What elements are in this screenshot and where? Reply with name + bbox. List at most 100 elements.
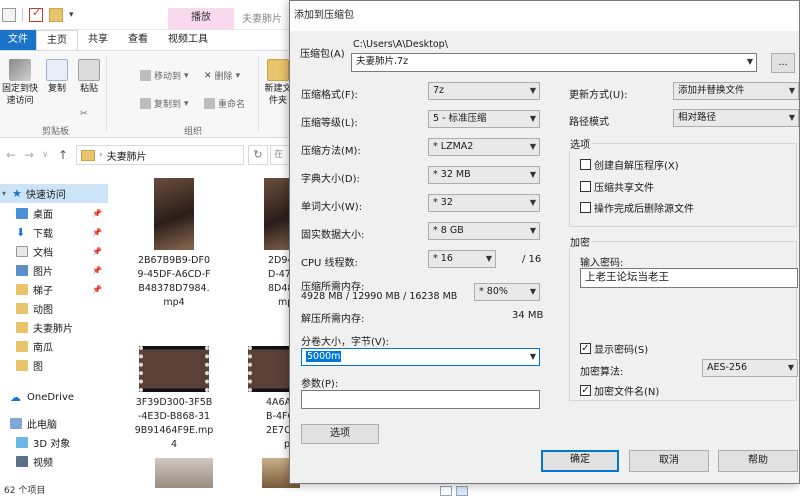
sidebar-item-ladder[interactable]: 梯子 📌	[0, 280, 108, 299]
sidebar-item-images[interactable]: 图	[0, 356, 108, 375]
sidebar-item-label: 图片	[33, 267, 53, 278]
delete-button[interactable]: ✕ 删除 ▾	[204, 69, 240, 83]
solid-block-select[interactable]: * 8 GB ▼	[428, 222, 540, 240]
checkbox-box	[580, 181, 591, 192]
path-mode-label: 路径模式	[569, 117, 609, 128]
parameters-input[interactable]	[301, 390, 540, 409]
recent-locations-icon[interactable]: ∨	[42, 150, 49, 160]
encryption-method-select[interactable]: AES-256 ▼	[702, 359, 798, 377]
sidebar-item-label: 夫妻肺片	[33, 324, 73, 335]
file-item[interactable]: 3F39D300-3F5B -4E3D-B868-31 9B91464F9E.m…	[126, 346, 222, 452]
word-size-value: * 32	[433, 197, 453, 208]
context-tab-play[interactable]: 播放	[168, 8, 234, 30]
new-folder-icon[interactable]	[49, 8, 63, 22]
ok-button[interactable]: 确定	[541, 450, 619, 472]
sidebar-item-label: 下载	[33, 229, 53, 240]
file-item[interactable]: 2B67B9B9-DF0 9-45DF-A6CD-F B48378D7984. …	[126, 178, 222, 310]
file-name-line: 2B67B9B9-DF0	[137, 255, 211, 266]
method-select[interactable]: * LZMA2 ▼	[428, 138, 540, 156]
delete-after-checkbox[interactable]: 操作完成后删除源文件	[580, 200, 694, 215]
tab-share[interactable]: 共享	[78, 30, 118, 50]
password-input[interactable]: 上老王论坛当老王	[580, 268, 798, 288]
archive-name-combo[interactable]: 夫妻肺片.7z ▼	[351, 53, 757, 72]
tab-view[interactable]: 查看	[118, 30, 158, 50]
level-select[interactable]: 5 - 标准压缩 ▼	[428, 110, 540, 128]
password-label: 输入密码:	[580, 258, 624, 269]
archive-name-value: 夫妻肺片.7z	[356, 56, 409, 67]
copy-to-button[interactable]: 复制到 ▾	[140, 97, 189, 110]
path-mode-value: 相对路径	[678, 112, 717, 123]
properties-icon[interactable]	[29, 6, 43, 22]
sidebar-item-fuqifeipian[interactable]: 夫妻肺片	[0, 318, 108, 337]
move-to-label: 移动到	[154, 72, 182, 82]
copy-icon	[46, 59, 68, 81]
forward-arrow-icon[interactable]: →	[24, 148, 34, 162]
browse-button[interactable]: ...	[771, 53, 795, 73]
sidebar-item-pumpkin[interactable]: 南瓜	[0, 337, 108, 356]
sidebar-item-quick-access[interactable]: ▾ ★ 快速访问	[0, 184, 108, 203]
sidebar-item-documents[interactable]: 文档 📌	[0, 242, 108, 261]
dictionary-select[interactable]: * 32 MB ▼	[428, 166, 540, 184]
refresh-icon[interactable]: ↻	[248, 145, 268, 165]
update-mode-select[interactable]: 添加并替换文件 ▼	[673, 82, 799, 100]
folder-icon	[267, 59, 289, 81]
memory-usage-select[interactable]: * 80% ▼	[474, 283, 540, 301]
show-password-checkbox[interactable]: ✓ 显示密码(S)	[580, 341, 648, 356]
sidebar-item-label: 文档	[33, 248, 53, 259]
tab-file[interactable]: 文件	[0, 30, 36, 50]
split-volume-combo[interactable]: 5000m ▼	[301, 348, 540, 366]
customize-toolbar-icon[interactable]: ▾	[69, 10, 74, 20]
encrypt-filenames-checkbox[interactable]: ✓ 加密文件名(N)	[580, 383, 659, 398]
document-icon	[16, 246, 28, 257]
sidebar-item-label: 桌面	[33, 210, 53, 221]
pin-label: 固定到快速访问	[1, 84, 38, 106]
sidebar-item-this-pc[interactable]: 此电脑	[0, 414, 108, 433]
navigation-pane: ▾ ★ 快速访问 桌面 📌 ⬇ 下载 📌 文档 📌 图片 📌 梯子 📌 动图 夫…	[0, 176, 108, 486]
format-select[interactable]: 7z ▼	[428, 82, 540, 100]
level-label: 压缩等级(L):	[301, 118, 358, 129]
options-button[interactable]: 选项	[301, 424, 379, 444]
create-sfx-checkbox[interactable]: 创建自解压程序(X)	[580, 157, 679, 172]
cut-icon-button[interactable]: ✂	[80, 109, 88, 119]
checkbox-box	[580, 159, 591, 170]
file-list: 2B67B9B9-DF0 9-45DF-A6CD-F B48378D7984. …	[110, 168, 300, 488]
sidebar-item-desktop[interactable]: 桌面 📌	[0, 204, 108, 223]
sidebar-item-downloads[interactable]: ⬇ 下载 📌	[0, 223, 108, 242]
memory-usage-value: * 80%	[479, 286, 508, 297]
move-to-button[interactable]: 移动到 ▾	[140, 69, 189, 82]
address-bar[interactable]: › 夫妻肺片	[76, 145, 244, 165]
word-size-label: 单词大小(W):	[301, 202, 363, 213]
sidebar-item-onedrive[interactable]: ☁ OneDrive	[0, 388, 108, 407]
cancel-button[interactable]: 取消	[629, 450, 709, 472]
tab-home[interactable]: 主页	[36, 30, 78, 50]
file-name-line: -4E3D-B868-31	[137, 411, 211, 422]
create-sfx-label: 创建自解压程序(X)	[594, 161, 679, 172]
chevron-down-icon: ▾	[184, 98, 189, 109]
up-arrow-icon[interactable]: ↑	[58, 148, 68, 162]
file-name-line: mp4	[163, 297, 185, 308]
cpu-threads-select[interactable]: * 16 ▼	[428, 250, 496, 268]
help-button[interactable]: 帮助	[718, 450, 798, 472]
chevron-down-icon: ▼	[529, 198, 536, 207]
dialog-title: 添加到压缩包	[290, 1, 799, 31]
sidebar-item-pictures[interactable]: 图片 📌	[0, 261, 108, 280]
back-arrow-icon[interactable]: ←	[6, 148, 16, 162]
word-size-select[interactable]: * 32 ▼	[428, 194, 540, 212]
compress-shared-checkbox[interactable]: 压缩共享文件	[580, 179, 654, 194]
chevron-down-icon: ▼	[787, 363, 794, 372]
chevron-down-icon: ▾	[2, 189, 7, 198]
details-view-icon[interactable]	[440, 486, 452, 496]
decompress-memory-label: 解压所需内存:	[301, 314, 365, 325]
sidebar-item-gifs[interactable]: 动图	[0, 299, 108, 318]
paste-button[interactable]: 粘贴	[70, 59, 108, 95]
sidebar-item-videos[interactable]: 视频	[0, 452, 108, 471]
path-mode-select[interactable]: 相对路径 ▼	[673, 109, 799, 127]
sidebar-item-3d-objects[interactable]: 3D 对象	[0, 433, 108, 452]
parameters-label: 参数(P):	[301, 379, 339, 390]
pin-quick-access-button[interactable]: 固定到快速访问	[0, 59, 40, 107]
large-icons-view-icon[interactable]	[456, 486, 468, 496]
tab-video-tools[interactable]: 视频工具	[158, 30, 218, 50]
computer-icon	[10, 418, 22, 429]
rename-button[interactable]: 重命名	[204, 97, 245, 110]
copy-to-label: 复制到	[154, 100, 182, 110]
